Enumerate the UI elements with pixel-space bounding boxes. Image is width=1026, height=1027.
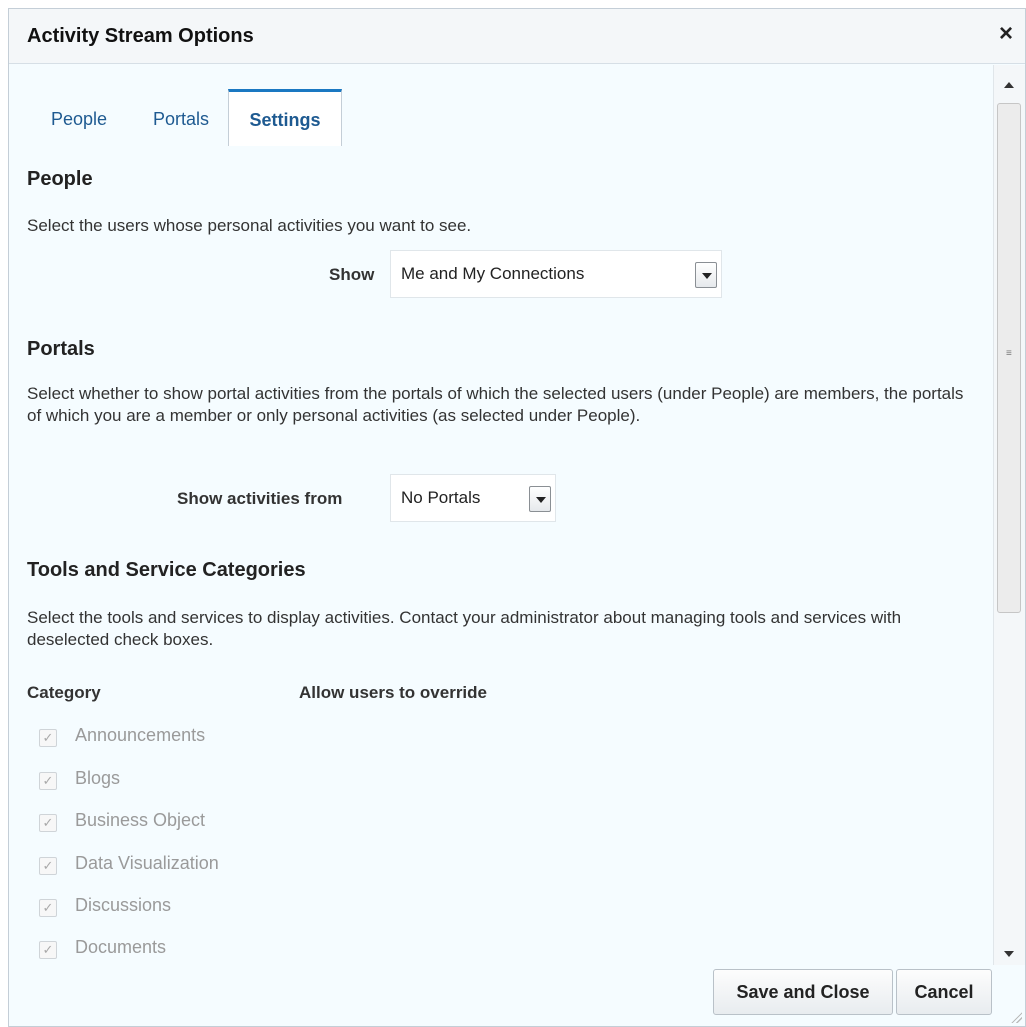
checkbox-documents: ✓ [39,941,57,959]
scrollbar-thumb[interactable]: ≡ [997,103,1021,613]
chevron-down-icon[interactable] [695,262,717,288]
grip-icon: ≡ [1006,348,1012,359]
close-icon[interactable]: × [999,22,1013,46]
show-activities-from-label: Show activities from [177,489,343,508]
vertical-scrollbar[interactable]: ≡ [993,65,1025,965]
chevron-down-icon[interactable] [529,486,551,512]
category-label: Business Object [75,810,206,830]
category-label: Data Visualization [75,853,219,873]
checkbox-blogs: ✓ [39,772,57,790]
checkbox-discussions: ✓ [39,899,57,917]
category-label: Blogs [75,768,121,788]
people-show-select[interactable]: Me and My Connections [390,250,722,298]
category-label: Documents [75,937,167,957]
save-and-close-button[interactable]: Save and Close [713,969,893,1015]
cancel-button[interactable]: Cancel [896,969,992,1015]
people-show-value: Me and My Connections [401,264,585,283]
checkbox-announcements: ✓ [39,729,57,747]
dialog-title: Activity Stream Options [27,25,254,47]
tab-settings[interactable]: Settings [228,89,342,146]
tab-portals[interactable]: Portals [138,89,224,146]
portals-show-value: No Portals [401,488,481,507]
category-label: Discussions [75,895,172,915]
show-label: Show [329,265,375,284]
portals-description: Select whether to show portal activities… [27,384,964,425]
tab-people[interactable]: People [27,89,131,146]
portals-heading: Portals [27,338,95,360]
tools-description: Select the tools and services to display… [27,608,902,649]
resize-grip-icon[interactable] [1010,1011,1022,1023]
override-column-header: Allow users to override [299,683,487,702]
tab-bar: People Portals Settings [27,89,347,146]
people-heading: People [27,168,93,190]
tools-heading: Tools and Service Categories [27,559,306,581]
dialog-content: People Portals Settings People Select th… [9,65,993,965]
category-label: Announcements [75,725,206,745]
checkbox-business-object: ✓ [39,814,57,832]
scroll-up-arrow-icon[interactable] [1004,82,1014,88]
portals-show-select[interactable]: No Portals [390,474,556,522]
people-description: Select the users whose personal activiti… [27,216,472,235]
dialog-titlebar: Activity Stream Options × [9,9,1025,64]
checkbox-data-visualization: ✓ [39,857,57,875]
scroll-down-arrow-icon[interactable] [1004,951,1014,957]
category-column-header: Category [27,683,101,702]
activity-stream-options-dialog: Activity Stream Options × People Portals… [8,8,1026,1027]
